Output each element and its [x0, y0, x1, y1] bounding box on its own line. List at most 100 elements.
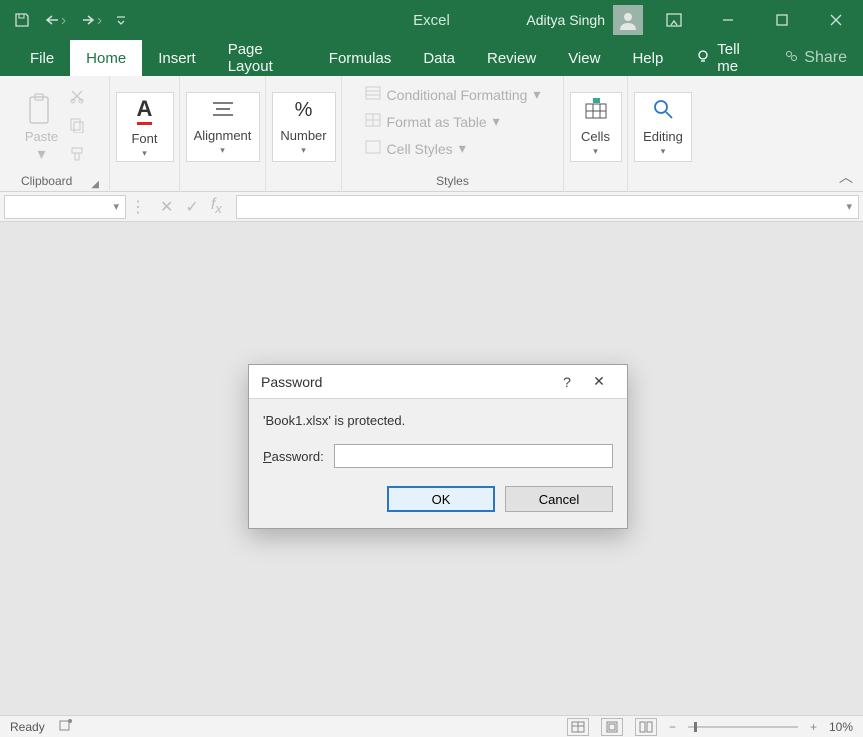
group-styles: Conditional Formatting ▾ Format as Table…	[342, 76, 564, 192]
zoom-slider[interactable]	[688, 726, 798, 728]
conditional-formatting-button[interactable]: Conditional Formatting ▾	[365, 86, 541, 103]
chevron-down-icon: ▾	[37, 144, 45, 164]
user-area: Aditya Singh	[526, 0, 863, 40]
password-dialog: Password ? ✕ 'Book1.xlsx' is protected. …	[248, 364, 628, 529]
format-painter-icon[interactable]	[69, 146, 85, 167]
editing-button[interactable]: Editing ▾	[634, 92, 692, 162]
group-alignment: Alignment ▾ .	[180, 76, 266, 192]
number-label: Number	[280, 128, 326, 143]
close-icon[interactable]: ✕	[583, 369, 615, 395]
alignment-button[interactable]: Alignment ▾	[186, 92, 260, 162]
tab-view[interactable]: View	[552, 40, 616, 76]
styles-label: Styles	[436, 174, 469, 190]
font-button[interactable]: A Font ▾	[116, 92, 174, 162]
formula-bar: ▾ ⋮ ✕ ✓ fx ▾	[0, 192, 863, 222]
chevron-down-icon: ▾	[459, 140, 466, 157]
share-button[interactable]: Share	[768, 40, 863, 76]
ok-button[interactable]: OK	[387, 486, 495, 512]
cut-icon[interactable]	[69, 88, 85, 109]
chevron-down-icon: ▾	[220, 145, 225, 156]
format-as-table-label: Format as Table	[387, 114, 487, 130]
font-icon: A	[137, 96, 153, 125]
chevron-down-icon: ▾	[301, 145, 306, 156]
tell-me-label: Tell me	[717, 41, 752, 75]
page-layout-view-button[interactable]	[601, 718, 623, 736]
conditional-formatting-label: Conditional Formatting	[387, 87, 528, 103]
alignment-icon	[211, 99, 235, 122]
tab-tell-me[interactable]: Tell me	[679, 40, 768, 76]
save-icon[interactable]	[14, 12, 30, 28]
dialog-titlebar: Password ? ✕	[249, 365, 627, 399]
chevron-down-icon: ▾	[142, 148, 147, 159]
tab-home[interactable]: Home	[70, 40, 142, 76]
close-button[interactable]	[813, 0, 859, 40]
group-cells: Cells ▾ .	[564, 76, 628, 192]
tab-review[interactable]: Review	[471, 40, 552, 76]
dialog-message: 'Book1.xlsx' is protected.	[263, 413, 613, 428]
zoom-in-button[interactable]: +	[810, 720, 817, 734]
user-name: Aditya Singh	[526, 12, 605, 28]
tab-data[interactable]: Data	[407, 40, 471, 76]
tab-help[interactable]: Help	[616, 40, 679, 76]
page-break-view-button[interactable]	[635, 718, 657, 736]
conditional-formatting-icon	[365, 86, 381, 103]
zoom-level[interactable]: 10%	[829, 720, 853, 734]
group-editing: Editing ▾ .	[628, 76, 698, 192]
chevron-down-icon: ▾	[533, 86, 540, 103]
quick-access-toolbar	[0, 12, 126, 28]
editing-label: Editing	[643, 129, 683, 144]
fx-icon[interactable]: fx	[211, 196, 222, 216]
alignment-label: Alignment	[194, 128, 252, 143]
tab-page-layout[interactable]: Page Layout	[212, 40, 313, 76]
paste-icon	[25, 91, 59, 129]
title-bar: Excel Aditya Singh	[0, 0, 863, 40]
undo-icon[interactable]	[44, 12, 66, 28]
lightbulb-icon	[695, 48, 711, 68]
cells-button[interactable]: Cells ▾	[570, 92, 622, 162]
chevron-down-icon: ▾	[493, 113, 500, 130]
share-label: Share	[804, 49, 847, 67]
cancel-formula-icon[interactable]: ✕	[160, 197, 173, 217]
chevron-down-icon: ▾	[661, 146, 666, 157]
magnifier-icon	[652, 98, 674, 123]
password-label: Password:	[263, 449, 324, 464]
name-box[interactable]: ▾	[4, 195, 126, 219]
macro-record-icon[interactable]	[59, 718, 73, 735]
paste-button[interactable]: Paste ▾	[25, 91, 59, 164]
tab-formulas[interactable]: Formulas	[313, 40, 408, 76]
copy-icon[interactable]	[69, 117, 85, 138]
cell-styles-icon	[365, 140, 381, 157]
avatar[interactable]	[613, 5, 643, 35]
password-input[interactable]	[334, 444, 613, 468]
formula-input[interactable]: ▾	[236, 195, 859, 219]
collapse-ribbon-icon[interactable]: ︿	[839, 167, 853, 187]
customize-qat-icon[interactable]	[116, 12, 126, 28]
help-button[interactable]: ?	[551, 369, 583, 395]
format-as-table-button[interactable]: Format as Table ▾	[365, 113, 541, 130]
ribbon-content: Paste ▾ Clipboard ◢ A Font ▾ .	[0, 76, 863, 192]
formula-controls: ✕ ✓ fx	[150, 196, 232, 216]
tab-file[interactable]: File	[14, 40, 70, 76]
cell-styles-button[interactable]: Cell Styles ▾	[365, 140, 541, 157]
cancel-button[interactable]: Cancel	[505, 486, 613, 512]
minimize-button[interactable]	[705, 0, 751, 40]
tab-insert[interactable]: Insert	[142, 40, 212, 76]
share-icon	[784, 49, 798, 68]
percent-icon: %	[295, 99, 313, 122]
number-button[interactable]: % Number ▾	[272, 92, 336, 162]
maximize-button[interactable]	[759, 0, 805, 40]
paste-label: Paste	[25, 129, 58, 144]
ribbon-display-options-icon[interactable]	[651, 0, 697, 40]
dialog-title: Password	[261, 374, 322, 390]
cell-styles-label: Cell Styles	[387, 141, 453, 157]
normal-view-button[interactable]	[567, 718, 589, 736]
clipboard-dialog-launcher[interactable]: ◢	[87, 179, 103, 190]
redo-icon[interactable]	[80, 12, 102, 28]
zoom-out-button[interactable]: −	[669, 720, 676, 734]
enter-formula-icon[interactable]: ✓	[185, 197, 198, 217]
font-label: Font	[131, 131, 157, 146]
grip-icon: ⋮	[130, 197, 146, 217]
ribbon-tabs: File Home Insert Page Layout Formulas Da…	[0, 40, 863, 76]
group-number: % Number ▾ .	[266, 76, 342, 192]
cells-label: Cells	[581, 129, 610, 144]
